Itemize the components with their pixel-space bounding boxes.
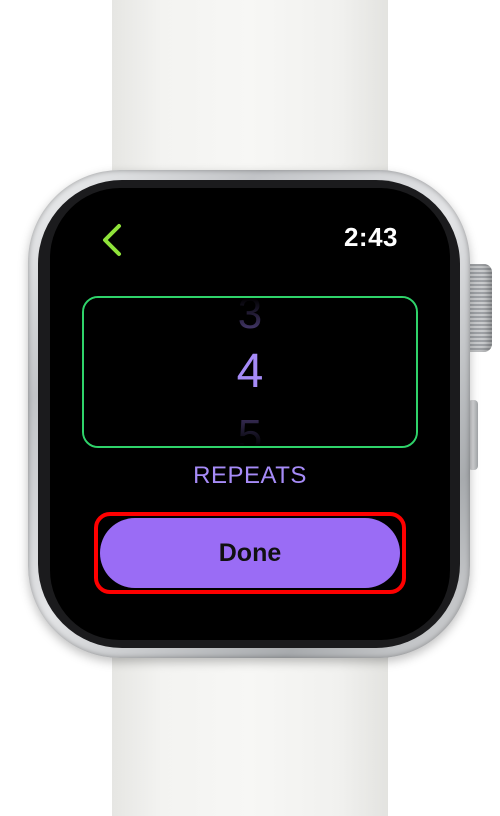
back-button[interactable] bbox=[98, 220, 126, 260]
status-time: 2:43 bbox=[343, 222, 398, 252]
watch-screen: 2:43 3 4 5 REPEATS Done bbox=[50, 188, 450, 640]
repeats-picker[interactable]: 3 4 5 bbox=[82, 296, 418, 448]
picker-value-next[interactable]: 5 bbox=[84, 414, 416, 447]
picker-label: REPEATS bbox=[193, 462, 307, 489]
watch-mockup: 2:43 3 4 5 REPEATS Done bbox=[0, 0, 500, 816]
picker-value-selected[interactable]: 4 bbox=[84, 348, 416, 396]
picker-value-previous[interactable]: 3 bbox=[84, 298, 416, 336]
done-button[interactable]: Done bbox=[100, 518, 400, 588]
chevron-left-icon bbox=[103, 224, 121, 256]
